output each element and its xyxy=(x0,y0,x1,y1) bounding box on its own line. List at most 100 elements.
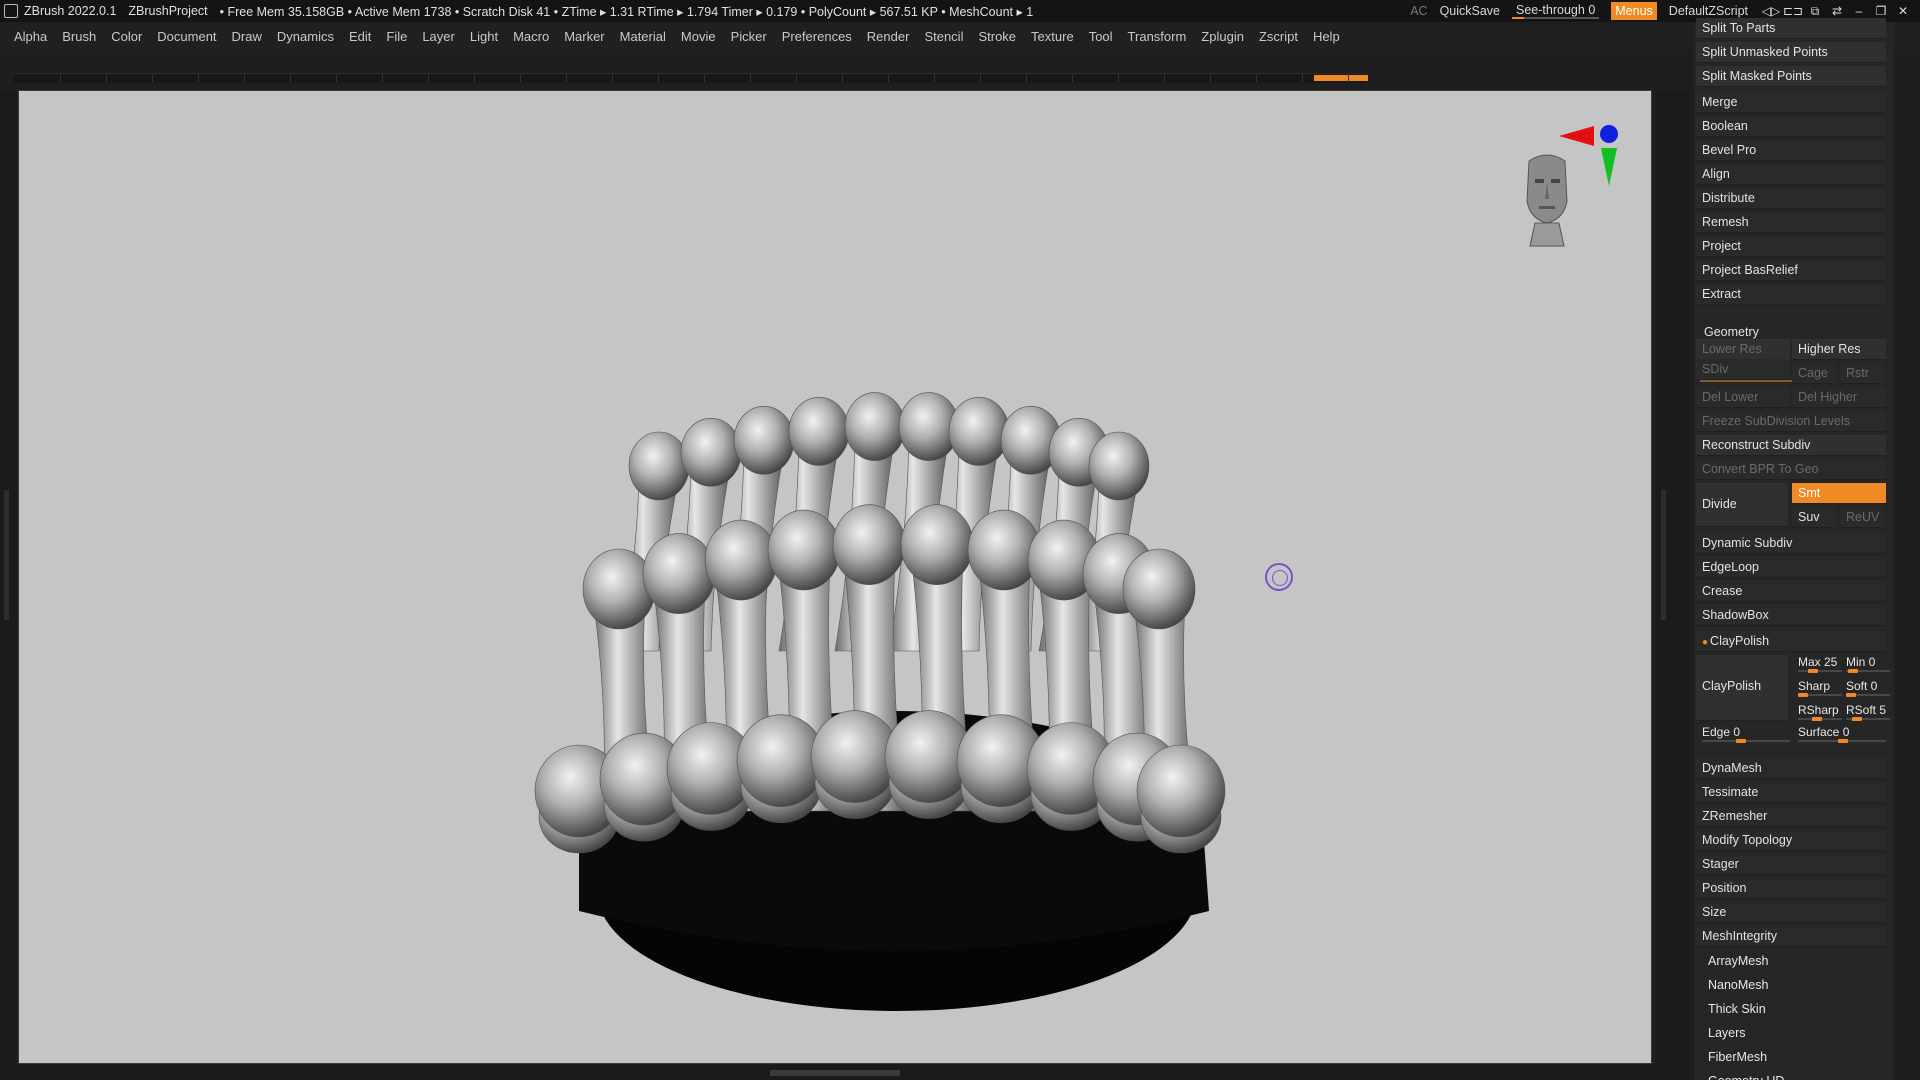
freeze-subdivision-button[interactable]: Freeze SubDivision Levels xyxy=(1696,411,1886,432)
project-basrelief-button[interactable]: Project BasRelief xyxy=(1696,260,1886,281)
menu-document[interactable]: Document xyxy=(157,29,216,44)
layout-toggle-icon[interactable]: ⧉ xyxy=(1804,4,1826,19)
surface-slider-label[interactable]: Surface 0 xyxy=(1798,725,1849,739)
min-slider-label[interactable]: Min 0 xyxy=(1846,655,1875,669)
subpalette-fibermesh[interactable]: FiberMesh xyxy=(1708,1050,1767,1064)
surface-knob[interactable] xyxy=(1838,739,1848,743)
reconstruct-subdiv-button[interactable]: Reconstruct Subdiv xyxy=(1696,435,1886,456)
menu-stroke[interactable]: Stroke xyxy=(978,29,1016,44)
menu-help[interactable]: Help xyxy=(1313,29,1340,44)
menu-preferences[interactable]: Preferences xyxy=(782,29,852,44)
max-knob[interactable] xyxy=(1808,669,1818,673)
layout-narrow-icon[interactable]: ◁▷ xyxy=(1760,4,1782,19)
cage-button[interactable]: Cage xyxy=(1792,363,1836,384)
merge-button[interactable]: Merge xyxy=(1696,92,1886,113)
convert-bpr-button[interactable]: Convert BPR To Geo xyxy=(1696,459,1886,480)
menus-toggle-button[interactable]: Menus xyxy=(1611,2,1657,20)
layout-wide-icon[interactable]: ⊏⊐ xyxy=(1782,4,1804,19)
minimize-icon[interactable]: – xyxy=(1848,4,1870,19)
split-unmasked-points-button[interactable]: Split Unmasked Points xyxy=(1696,42,1886,63)
sculpt-mesh[interactable] xyxy=(534,392,1226,1011)
menu-marker[interactable]: Marker xyxy=(564,29,604,44)
model-viewport[interactable] xyxy=(19,91,1653,1065)
restore-icon[interactable]: ❐ xyxy=(1870,4,1892,19)
document-canvas[interactable] xyxy=(18,90,1652,1064)
split-to-parts-button[interactable]: Split To Parts xyxy=(1696,18,1886,39)
del-higher-button[interactable]: Del Higher xyxy=(1792,387,1886,408)
quicksave-button[interactable]: QuickSave xyxy=(1440,4,1500,18)
rsoft-slider[interactable] xyxy=(1846,717,1890,721)
menu-render[interactable]: Render xyxy=(867,29,910,44)
claypolish-button[interactable]: ClayPolish xyxy=(1696,655,1788,721)
menu-zplugin[interactable]: Zplugin xyxy=(1201,29,1244,44)
subpalette-layers[interactable]: Layers xyxy=(1708,1026,1746,1040)
sdiv-track[interactable] xyxy=(1700,380,1792,382)
rsharp-knob[interactable] xyxy=(1812,717,1822,721)
remesh-button[interactable]: Remesh xyxy=(1696,212,1886,233)
soft-slider-label[interactable]: Soft 0 xyxy=(1846,679,1877,693)
sharp-knob[interactable] xyxy=(1798,693,1808,697)
menu-tool[interactable]: Tool xyxy=(1089,29,1113,44)
rsharp-slider-label[interactable]: RSharp xyxy=(1798,703,1839,717)
sharp-slider[interactable] xyxy=(1798,693,1842,697)
max-slider[interactable] xyxy=(1798,669,1842,673)
subpalette-thick-skin[interactable]: Thick Skin xyxy=(1708,1002,1766,1016)
layout-swap-icon[interactable]: ⇄ xyxy=(1826,4,1848,19)
menu-zscript[interactable]: Zscript xyxy=(1259,29,1298,44)
rsoft-knob[interactable] xyxy=(1852,717,1862,721)
del-lower-button[interactable]: Del Lower xyxy=(1696,387,1790,408)
soft-slider[interactable] xyxy=(1846,693,1890,697)
project-button[interactable]: Project xyxy=(1696,236,1886,257)
bottom-tray-handle[interactable] xyxy=(770,1070,900,1076)
bevel-pro-button[interactable]: Bevel Pro xyxy=(1696,140,1886,161)
lower-res-button[interactable]: Lower Res xyxy=(1696,339,1790,360)
stager-button[interactable]: Stager xyxy=(1696,854,1886,875)
menu-color[interactable]: Color xyxy=(111,29,142,44)
modify-topology-button[interactable]: Modify Topology xyxy=(1696,830,1886,851)
right-tray-handle[interactable] xyxy=(1661,490,1666,620)
min-knob[interactable] xyxy=(1848,669,1858,673)
dynamic-subdiv-button[interactable]: Dynamic Subdiv xyxy=(1696,533,1886,554)
claypolish-subpanel-header[interactable]: ● ClayPolish xyxy=(1696,631,1886,652)
boolean-button[interactable]: Boolean xyxy=(1696,116,1886,137)
min-slider[interactable] xyxy=(1846,669,1890,673)
menu-edit[interactable]: Edit xyxy=(349,29,371,44)
reuv-button[interactable]: ReUV xyxy=(1840,507,1884,528)
zremesher-button[interactable]: ZRemesher xyxy=(1696,806,1886,827)
subpalette-nanomesh[interactable]: NanoMesh xyxy=(1708,978,1768,992)
menu-layer[interactable]: Layer xyxy=(422,29,455,44)
menu-brush[interactable]: Brush xyxy=(62,29,96,44)
divide-button[interactable]: Divide xyxy=(1696,483,1788,527)
menu-draw[interactable]: Draw xyxy=(232,29,262,44)
position-button[interactable]: Position xyxy=(1696,878,1886,899)
menu-macro[interactable]: Macro xyxy=(513,29,549,44)
left-tray-handle[interactable] xyxy=(4,490,9,620)
rsharp-slider[interactable] xyxy=(1798,717,1842,721)
rsoft-slider-label[interactable]: RSoft 5 xyxy=(1846,703,1886,717)
meshintegrity-button[interactable]: MeshIntegrity xyxy=(1696,926,1886,947)
close-icon[interactable]: ✕ xyxy=(1892,4,1914,19)
menu-dynamics[interactable]: Dynamics xyxy=(277,29,334,44)
subpalette-arraymesh[interactable]: ArrayMesh xyxy=(1708,954,1768,968)
menu-light[interactable]: Light xyxy=(470,29,498,44)
menu-transform[interactable]: Transform xyxy=(1128,29,1187,44)
split-masked-points-button[interactable]: Split Masked Points xyxy=(1696,66,1886,87)
timeline-marker[interactable] xyxy=(1314,75,1368,81)
align-button[interactable]: Align xyxy=(1696,164,1886,185)
see-through-slider[interactable]: See-through 0 xyxy=(1512,3,1600,19)
edge-slider-label[interactable]: Edge 0 xyxy=(1702,725,1740,739)
edgeloop-button[interactable]: EdgeLoop xyxy=(1696,557,1886,578)
extract-button[interactable]: Extract xyxy=(1696,284,1886,305)
timeline-ruler[interactable] xyxy=(14,73,1368,83)
menu-texture[interactable]: Texture xyxy=(1031,29,1074,44)
crease-button[interactable]: Crease xyxy=(1696,581,1886,602)
menu-alpha[interactable]: Alpha xyxy=(14,29,47,44)
default-zscript-button[interactable]: DefaultZScript xyxy=(1669,4,1748,18)
subpalette-geometry-hd[interactable]: Geometry HD xyxy=(1708,1074,1784,1080)
size-button[interactable]: Size xyxy=(1696,902,1886,923)
menu-file[interactable]: File xyxy=(386,29,407,44)
menu-picker[interactable]: Picker xyxy=(731,29,767,44)
suv-toggle[interactable]: Suv xyxy=(1792,507,1836,528)
tessimate-button[interactable]: Tessimate xyxy=(1696,782,1886,803)
max-slider-label[interactable]: Max 25 xyxy=(1798,655,1837,669)
